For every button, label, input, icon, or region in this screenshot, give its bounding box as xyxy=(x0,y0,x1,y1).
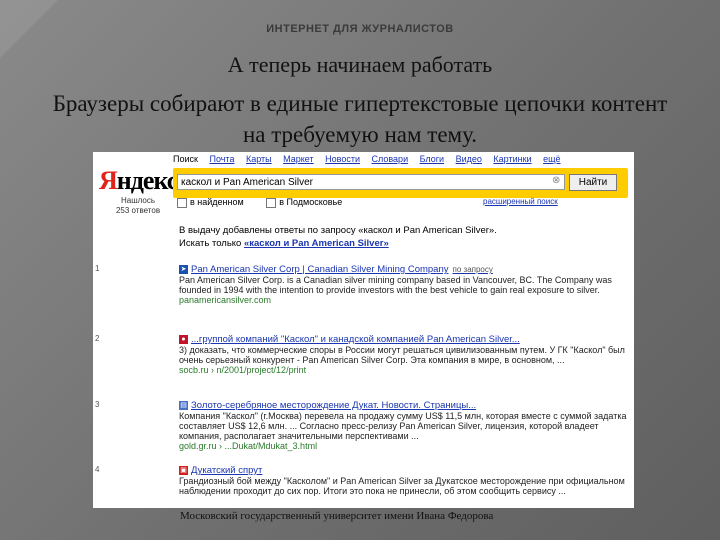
result-title-link[interactable]: ...группой компаний "Каскол" и канадской… xyxy=(191,334,520,345)
search-result: 3 ▤ Золото-серебряное месторождение Дукат… xyxy=(95,400,629,451)
site-favicon-icon: ▤ xyxy=(179,401,188,411)
search-result: 1 ➤ Pan American Silver Corp | Canadian S… xyxy=(95,264,629,305)
checkbox-icon[interactable] xyxy=(177,197,187,208)
search-bar: каскол и Pan American Silver ⊗ Найти xyxy=(173,168,628,198)
nav-item-mail[interactable]: Почта xyxy=(209,154,234,164)
results-count-label: Нашлось xyxy=(120,196,156,205)
result-url[interactable]: gold.gr.ru › ...Dukat/Mdukat_3.html xyxy=(179,441,629,451)
search-options: в найденном в Подмосковье xyxy=(177,197,362,208)
nav-item-news[interactable]: Новости xyxy=(325,154,360,164)
results-count: Нашлось 253 ответов xyxy=(103,196,173,216)
clear-icon[interactable]: ⊗ xyxy=(552,175,560,186)
result-number: 2 xyxy=(95,334,100,343)
checkbox-found-label: в найденном xyxy=(190,197,244,207)
nav-item-search[interactable]: Поиск xyxy=(173,154,198,164)
result-title-link[interactable]: Золото-серебряное месторождение Дукат. Н… xyxy=(191,400,476,411)
slide-body-text: Браузеры собирают в единые гипертекстовы… xyxy=(52,91,668,147)
nav-item-market[interactable]: Маркет xyxy=(283,154,313,164)
site-favicon-icon: ▣ xyxy=(179,466,188,476)
slide-title: А теперь начинаем работать xyxy=(227,52,493,77)
search-input[interactable]: каскол и Pan American Silver xyxy=(177,174,565,190)
result-snippet: Pan American Silver Corp. is a Canadian … xyxy=(179,275,612,295)
exact-query-link[interactable]: «каскол и Pan American Silver» xyxy=(244,238,389,249)
yandex-top-nav: Поиск Почта Карты Маркет Новости Словари… xyxy=(173,154,570,164)
result-snippet: Компания "Каскол" (г.Москва) перевела на… xyxy=(179,411,627,441)
query-note-prefix: Искать только xyxy=(179,238,244,249)
site-favicon-icon: ● xyxy=(179,335,188,345)
nav-item-more[interactable]: ещё xyxy=(543,154,560,164)
nav-item-dictionaries[interactable]: Словари xyxy=(372,154,409,164)
yandex-screenshot: Поиск Почта Карты Маркет Новости Словари… xyxy=(93,152,634,508)
slide-background: ИНТЕРНЕТ ДЛЯ ЖУРНАЛИСТОВ А теперь начина… xyxy=(0,0,720,540)
checkbox-region-label: в Подмосковье xyxy=(279,197,343,207)
checkbox-found[interactable]: в найденном xyxy=(177,197,244,208)
result-snippet: Грандиозный бой между "Касколом" и Pan A… xyxy=(179,476,625,496)
slide-footer: Московский государственный университет и… xyxy=(180,510,494,522)
result-number: 3 xyxy=(95,400,100,409)
nav-item-blogs[interactable]: Блоги xyxy=(420,154,444,164)
result-snippet: 3) доказать, что коммерческие споры в Ро… xyxy=(179,345,625,365)
result-url[interactable]: socb.ru › n/2001/project/12/print xyxy=(179,365,629,375)
search-result: 4 ▣ Дукатский спрут Грандиозный бой между… xyxy=(95,465,629,496)
nav-item-images[interactable]: Картинки xyxy=(493,154,531,164)
advanced-search-link[interactable]: расширенный поиск xyxy=(483,197,558,206)
result-number: 4 xyxy=(95,465,100,474)
slide-header: ИНТЕРНЕТ ДЛЯ ЖУРНАЛИСТОВ xyxy=(266,23,454,35)
result-url[interactable]: panamericansilver.com xyxy=(179,295,629,305)
query-note: В выдачу добавлены ответы по запросу «ка… xyxy=(179,224,497,250)
search-result: 2 ● ...группой компаний "Каскол" и канадс… xyxy=(95,334,629,375)
search-button[interactable]: Найти xyxy=(569,174,617,191)
results-count-value: 253 ответов xyxy=(115,206,161,215)
result-title-link[interactable]: Дукатский спрут xyxy=(191,465,262,476)
logo-rest: ндекс xyxy=(116,166,179,195)
nav-item-maps[interactable]: Карты xyxy=(246,154,272,164)
nav-item-video[interactable]: Видео xyxy=(456,154,482,164)
yandex-logo[interactable]: Яндекс xyxy=(99,166,179,196)
result-number: 1 xyxy=(95,264,100,273)
site-favicon-icon: ➤ xyxy=(179,265,188,275)
result-title-link[interactable]: Pan American Silver Corp | Canadian Silv… xyxy=(191,264,449,275)
checkbox-icon[interactable] xyxy=(266,197,277,208)
checkbox-region[interactable]: в Подмосковье xyxy=(266,197,343,208)
query-note-line: В выдачу добавлены ответы по запросу «ка… xyxy=(179,225,497,236)
result-hint[interactable]: по запросу xyxy=(453,265,493,274)
logo-letter: Я xyxy=(99,166,118,195)
